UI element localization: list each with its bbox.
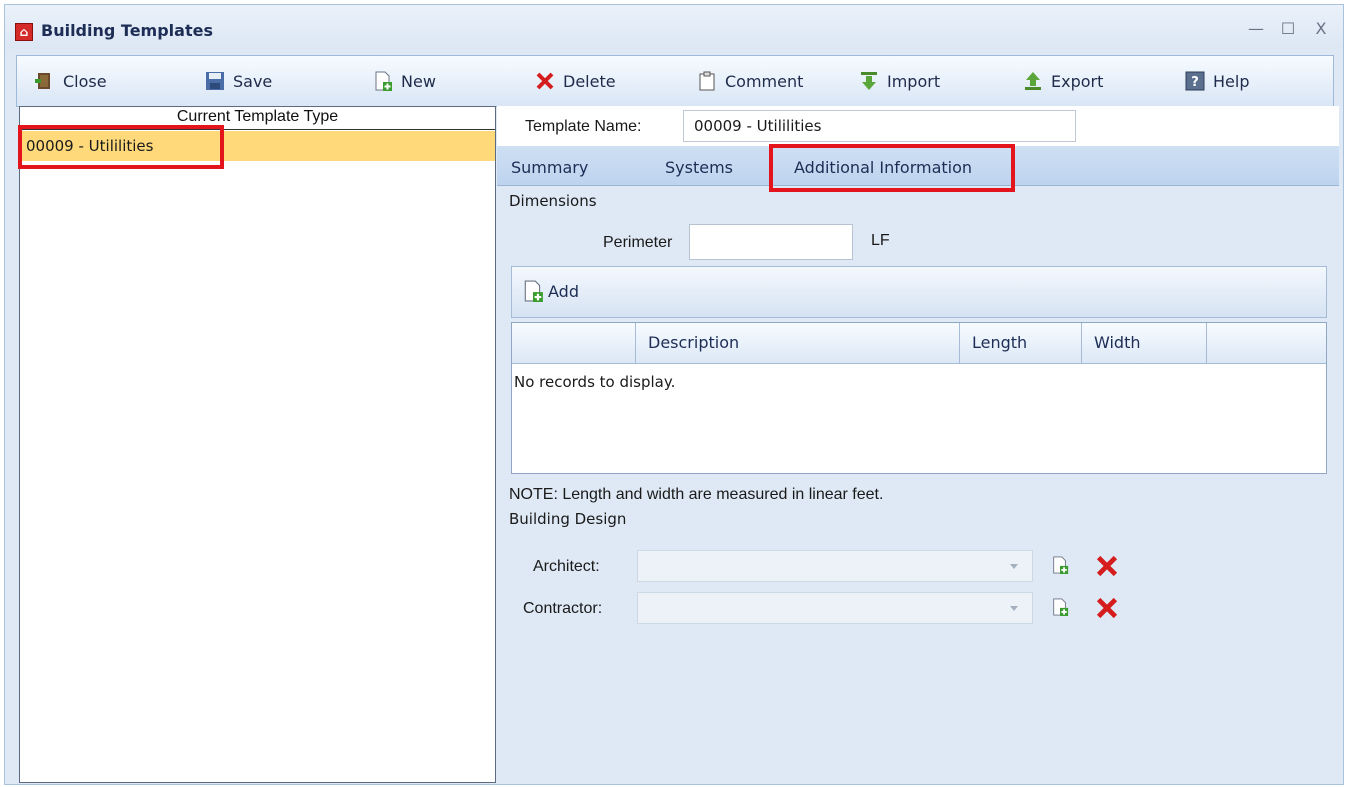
svg-text:?: ? — [1191, 75, 1199, 90]
comment-label: Comment — [725, 71, 804, 91]
exit-door-icon — [35, 73, 50, 89]
grid-col-length[interactable]: Length — [959, 323, 1081, 363]
save-button[interactable]: Save — [205, 56, 272, 106]
template-detail-panel: Template Name: 00009 - Utililities Summa… — [497, 106, 1339, 783]
remove-contractor-icon[interactable] — [1095, 596, 1119, 620]
new-button[interactable]: New — [373, 56, 436, 106]
grid-header: Description Length Width — [512, 323, 1326, 364]
close-label: Close — [63, 71, 107, 91]
dimensions-note: NOTE: Length and width are measured in l… — [509, 486, 884, 503]
clipboard-icon — [699, 71, 715, 91]
add-document-icon — [524, 280, 543, 302]
tab-summary[interactable]: Summary — [511, 158, 588, 177]
help-label: Help — [1213, 71, 1250, 91]
template-name-field[interactable]: 00009 - Utililities — [683, 110, 1076, 142]
grid-col-select[interactable] — [512, 323, 635, 363]
chevron-down-icon[interactable] — [1010, 564, 1018, 569]
window-title: Building Templates — [41, 21, 213, 40]
close-window-button[interactable]: X — [1308, 17, 1334, 41]
perimeter-label: Perimeter — [603, 234, 673, 251]
title-bar: ⌂ Building Templates — ☐ X — [5, 5, 1343, 49]
close-button[interactable]: Close — [35, 56, 107, 106]
toolbar: Close Save New Delete Comment Import Exp… — [16, 55, 1334, 107]
import-arrow-icon — [861, 72, 877, 90]
export-arrow-icon — [1025, 72, 1041, 90]
building-design-title: Building Design — [509, 510, 627, 528]
minimize-button[interactable]: — — [1243, 17, 1269, 41]
save-label: Save — [233, 71, 273, 91]
export-button[interactable]: Export — [1023, 56, 1103, 106]
perimeter-input[interactable] — [689, 224, 853, 260]
help-button[interactable]: ? Help — [1185, 56, 1249, 106]
grid-col-description[interactable]: Description — [635, 323, 959, 363]
dimensions-toolbar: Add — [511, 266, 1327, 318]
tab-systems[interactable]: Systems — [665, 158, 733, 177]
add-dimension-button[interactable]: Add — [522, 280, 579, 302]
highlight-box-active-tab — [769, 144, 1015, 192]
template-type-list: Current Template Type 00009 - Utililitie… — [19, 106, 496, 783]
grid-empty-message: No records to display. — [514, 373, 676, 391]
add-label: Add — [548, 281, 579, 301]
add-contractor-icon[interactable] — [1051, 596, 1069, 618]
dimensions-grid: Description Length Width No records to d… — [511, 322, 1327, 474]
grid-col-width[interactable]: Width — [1081, 323, 1206, 363]
architect-dropdown[interactable] — [637, 550, 1033, 582]
import-label: Import — [887, 71, 941, 91]
help-icon: ? — [1185, 71, 1205, 91]
new-label: New — [401, 71, 436, 91]
building-templates-window: ⌂ Building Templates — ☐ X Close Save Ne… — [4, 4, 1344, 785]
chevron-down-icon[interactable] — [1010, 606, 1018, 611]
import-button[interactable]: Import — [859, 56, 940, 106]
save-disk-icon — [206, 72, 224, 90]
app-icon: ⌂ — [15, 23, 33, 41]
export-label: Export — [1051, 71, 1104, 91]
maximize-button[interactable]: ☐ — [1275, 17, 1301, 41]
delete-label: Delete — [563, 71, 616, 91]
contractor-label: Contractor: — [523, 600, 603, 617]
comment-button[interactable]: Comment — [697, 56, 803, 106]
new-document-icon — [375, 71, 392, 91]
delete-x-icon — [536, 72, 554, 90]
perimeter-unit: LF — [871, 232, 890, 249]
template-name-label: Template Name: — [525, 118, 642, 135]
delete-button[interactable]: Delete — [535, 56, 616, 106]
remove-architect-icon[interactable] — [1095, 554, 1119, 578]
contractor-dropdown[interactable] — [637, 592, 1033, 624]
template-name-row: Template Name: 00009 - Utililities — [497, 106, 1339, 146]
dimensions-title: Dimensions — [509, 192, 597, 210]
add-architect-icon[interactable] — [1051, 554, 1069, 576]
highlight-box-selected-item — [18, 125, 224, 169]
grid-col-extra[interactable] — [1206, 323, 1326, 363]
architect-label: Architect: — [533, 558, 600, 575]
